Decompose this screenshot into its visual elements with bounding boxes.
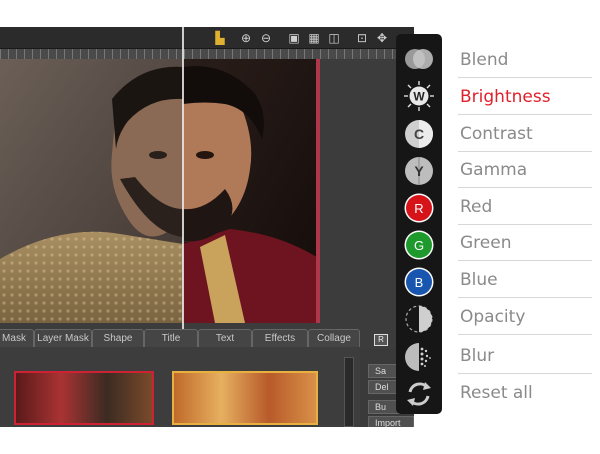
label-text: Opacity	[460, 307, 526, 327]
green-channel-icon[interactable]: G	[403, 229, 435, 261]
adjustment-label-contrast[interactable]: Contrast	[458, 116, 592, 152]
thumbnail-scrollbar[interactable]	[344, 357, 354, 427]
label-text: Blue	[460, 270, 498, 290]
svg-text:B: B	[415, 275, 424, 290]
tab-layer-mask[interactable]: Layer Mask	[34, 329, 92, 347]
import-button[interactable]: Import	[368, 416, 414, 427]
svg-text:C: C	[414, 126, 424, 142]
label-text: Contrast	[460, 124, 533, 144]
label-text: Green	[460, 233, 512, 253]
label-text: Gamma	[460, 160, 528, 180]
brightness-icon[interactable]: W	[403, 80, 435, 112]
blur-icon[interactable]	[403, 341, 435, 373]
collage-thumbnail[interactable]	[172, 371, 318, 425]
single-view-icon[interactable]: ▣	[286, 30, 302, 46]
svg-text:G: G	[414, 238, 424, 253]
label-text: Blur	[460, 346, 495, 366]
editing-canvas[interactable]: R	[0, 27, 414, 349]
contrast-icon[interactable]: C	[403, 118, 435, 150]
tab-text[interactable]: Text	[198, 329, 252, 347]
adjustment-label-gamma[interactable]: Gamma	[458, 152, 592, 188]
tab-effects[interactable]: Effects	[252, 329, 308, 347]
adjustment-panel: W C Y R G B	[396, 34, 442, 414]
label-text-active: Brightness	[460, 87, 551, 107]
adjustment-label-blur[interactable]: Blur	[458, 338, 592, 374]
editor-toolbar: ▙ ⊕ ⊖ ▣ ▦ ◫ ⊡ ✥	[0, 27, 414, 49]
adjustment-label-opacity[interactable]: Opacity	[458, 299, 592, 335]
red-channel-icon[interactable]: R	[403, 192, 435, 224]
move-icon[interactable]: ✥	[374, 30, 390, 46]
tool-tabs: Mask Layer Mask Shape Title Text Effects…	[0, 329, 360, 347]
fill-tool-icon[interactable]: ▙	[212, 30, 228, 46]
badge-label: R	[374, 334, 388, 346]
photo-editor-panel: ▙ ⊕ ⊖ ▣ ▦ ◫ ⊡ ✥ R Mask Layer Mask Shape …	[0, 27, 414, 427]
blue-channel-icon[interactable]: B	[403, 266, 435, 298]
label-text: Reset all	[460, 383, 533, 403]
opacity-icon[interactable]	[403, 303, 435, 335]
adjustment-label-brightness[interactable]: Brightness	[458, 79, 592, 115]
svg-text:Y: Y	[414, 163, 424, 179]
label-text: Red	[460, 197, 493, 217]
split-view-icon[interactable]: ◫	[326, 30, 342, 46]
reset-icon[interactable]	[403, 378, 435, 410]
adjustment-label-blue[interactable]: Blue	[458, 262, 592, 298]
tab-title[interactable]: Title	[144, 329, 198, 347]
adjustment-label-reset-all[interactable]: Reset all	[458, 375, 592, 411]
svg-text:W: W	[413, 90, 425, 104]
portrait-photo	[0, 59, 320, 323]
svg-text:R: R	[414, 201, 423, 216]
gamma-icon[interactable]: Y	[403, 155, 435, 187]
tab-mask[interactable]: Mask	[0, 329, 34, 347]
zoom-out-icon[interactable]: ⊖	[258, 30, 274, 46]
tab-collage[interactable]: Collage	[308, 329, 360, 347]
before-after-split-line[interactable]	[182, 27, 184, 349]
adjustment-label-blend[interactable]: Blend	[458, 42, 592, 78]
blend-icon[interactable]	[403, 43, 435, 75]
label-text: Blend	[460, 50, 509, 70]
tab-shape[interactable]: Shape	[92, 329, 144, 347]
horizontal-ruler	[0, 49, 414, 59]
adjustment-label-green[interactable]: Green	[458, 225, 592, 261]
thumbnail-strip	[0, 347, 360, 427]
zoom-in-icon[interactable]: ⊕	[238, 30, 254, 46]
fit-screen-icon[interactable]: ⊡	[354, 30, 370, 46]
adjustment-label-red[interactable]: Red	[458, 189, 592, 225]
collage-thumbnail[interactable]	[14, 371, 154, 425]
grid-view-icon[interactable]: ▦	[306, 30, 322, 46]
